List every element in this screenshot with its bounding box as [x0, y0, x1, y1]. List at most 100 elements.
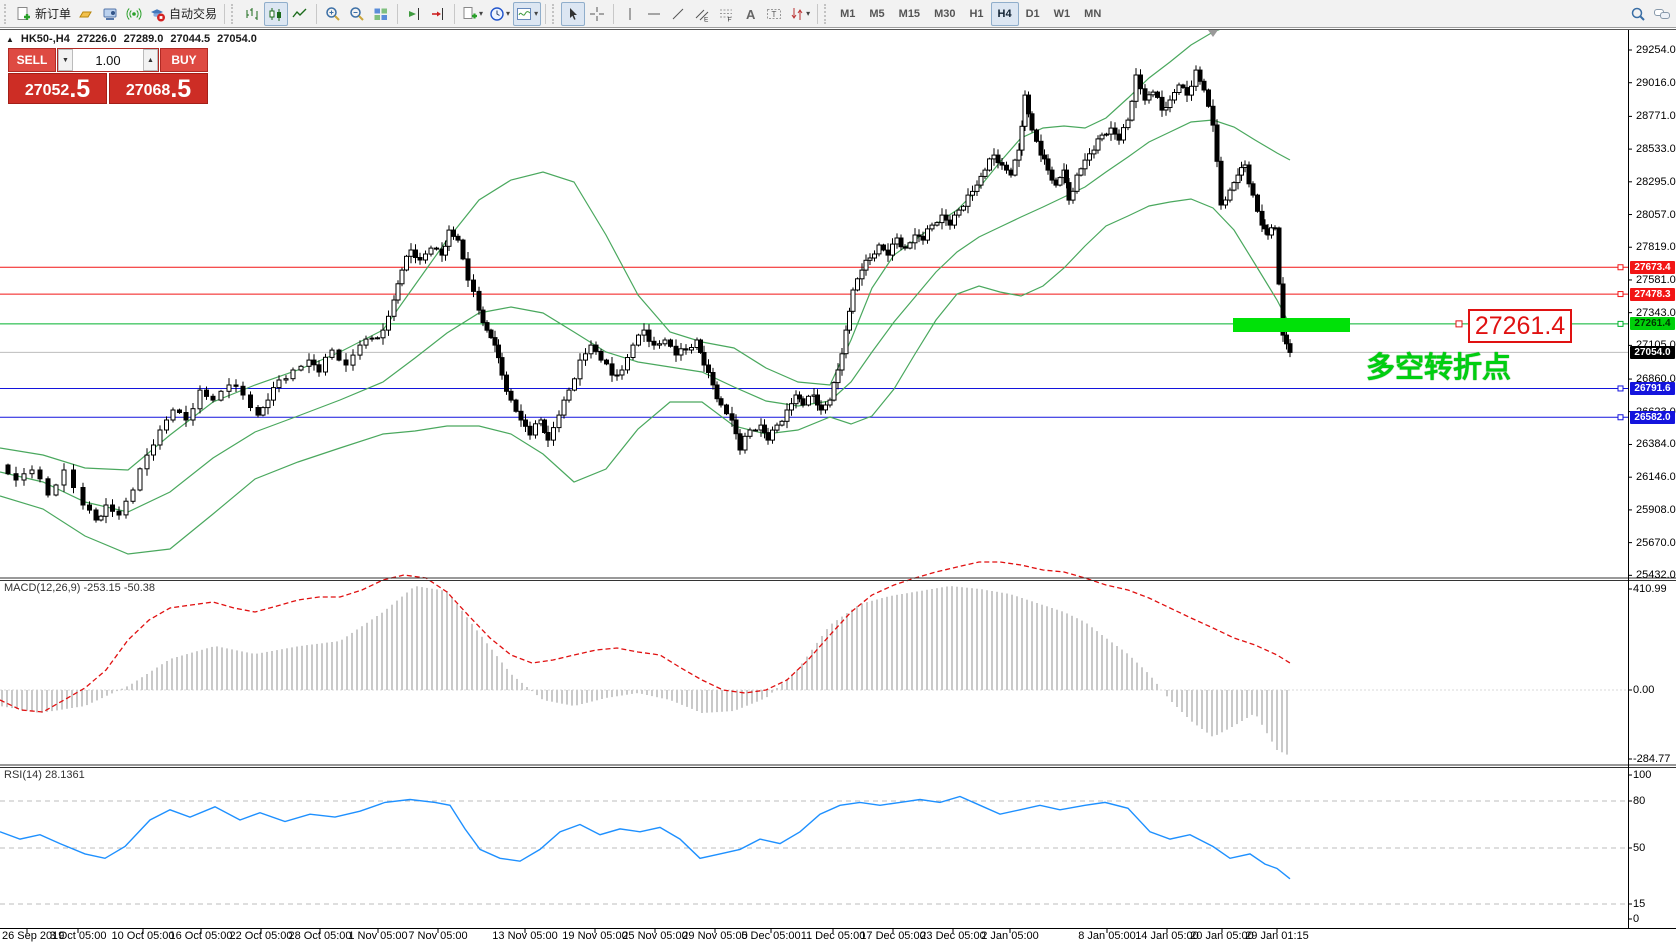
candle-body	[1039, 141, 1043, 155]
ohlc-high: 27289.0	[124, 33, 164, 45]
chat-button[interactable]	[1650, 2, 1674, 26]
candle-body	[707, 365, 711, 373]
clock-icon	[489, 6, 505, 22]
indicators-icon	[462, 6, 478, 22]
candle-body	[158, 430, 162, 445]
zoom-in-button[interactable]	[321, 2, 345, 26]
mt5-window: 新订单 自动交易 ▾ ▾ ▾ E F A T	[0, 0, 1676, 945]
period-button[interactable]: ▾	[486, 2, 513, 26]
crosshair-tool-button[interactable]	[585, 2, 609, 26]
market-depth-button[interactable]	[74, 2, 98, 26]
candle-body	[801, 399, 805, 405]
strategy-tester-button[interactable]	[98, 2, 122, 26]
indicators-button[interactable]: ▾	[459, 2, 486, 26]
candle-body	[1020, 126, 1024, 150]
volume-decrease-button[interactable]: ▼	[58, 49, 73, 71]
candle-body	[447, 230, 451, 246]
timeframe-button-m1[interactable]: M1	[833, 2, 862, 26]
candle-body	[908, 243, 912, 248]
timeframe-button-m5[interactable]: M5	[862, 2, 891, 26]
candle-body	[807, 396, 811, 405]
time-tick-label: 28 Oct 05:00	[289, 930, 352, 942]
candle-body	[962, 206, 966, 210]
candle-body	[400, 270, 404, 284]
candle-body	[30, 470, 34, 474]
price-callout-box[interactable]: 27261.4	[1468, 309, 1572, 343]
chart-shift-button[interactable]	[426, 2, 450, 26]
price-tick-label: 29254.0	[1636, 44, 1676, 56]
candle-body	[763, 425, 767, 433]
candlestick-chart-button[interactable]	[264, 2, 288, 26]
arrows-tool-button[interactable]: ▾	[786, 2, 813, 26]
candle-body	[198, 390, 202, 409]
candle-body	[674, 346, 678, 355]
new-order-button[interactable]: 新订单	[13, 2, 74, 26]
candle-body	[780, 421, 784, 425]
timeframe-button-h1[interactable]: H1	[962, 2, 990, 26]
chart-canvas[interactable]	[0, 29, 1676, 945]
buy-button[interactable]: BUY	[160, 48, 208, 72]
candle-body	[738, 434, 742, 450]
bar-chart-button[interactable]	[240, 2, 264, 26]
candle-body	[99, 516, 103, 520]
candle-body	[266, 400, 270, 408]
algo-trading-button[interactable]: 自动交易	[146, 2, 220, 26]
candle-body	[1117, 134, 1121, 140]
level-price-label: 27478.3	[1630, 288, 1675, 301]
candle-body	[6, 465, 10, 474]
auto-scroll-button[interactable]	[402, 2, 426, 26]
annotation-note[interactable]: 多空转折点	[1366, 344, 1511, 386]
timeframe-button-m15[interactable]: M15	[892, 2, 927, 26]
chart-area[interactable]: ▲ HK50-,H4 27226.0 27289.0 27044.5 27054…	[0, 29, 1676, 945]
volume-value[interactable]: 1.00	[73, 49, 143, 71]
candle-body	[669, 340, 673, 346]
candle-body	[524, 420, 528, 426]
candle-body	[364, 339, 368, 345]
price-tick-label: 28771.0	[1636, 110, 1676, 122]
sell-price-button[interactable]: 27052.5	[8, 73, 107, 104]
buy-price-button[interactable]: 27068.5	[109, 73, 208, 104]
search-button[interactable]	[1626, 2, 1650, 26]
level-anchor-square	[1618, 321, 1623, 326]
sell-button[interactable]: SELL	[8, 48, 56, 72]
fibonacci-tool-button[interactable]: F	[714, 2, 738, 26]
text-tool-button[interactable]: A	[738, 2, 762, 26]
candle-body	[790, 404, 794, 410]
tester-icon	[102, 6, 118, 22]
tile-windows-button[interactable]	[369, 2, 393, 26]
candle-body	[913, 235, 917, 243]
timeframe-button-mn[interactable]: MN	[1077, 2, 1108, 26]
candle-body	[429, 248, 433, 254]
candle-body	[307, 360, 311, 366]
line-chart-button[interactable]	[288, 2, 312, 26]
label-tool-button[interactable]: T	[762, 2, 786, 26]
svg-text:F: F	[728, 16, 732, 22]
cursor-icon	[565, 6, 581, 22]
timeframe-button-h4[interactable]: H4	[991, 2, 1019, 26]
macd-axis-label: 0.00	[1633, 684, 1654, 696]
macd-pane-label: MACD(12,26,9) -253.15 -50.38	[4, 582, 155, 594]
timeframe-button-m30[interactable]: M30	[927, 2, 962, 26]
candle-body	[381, 330, 385, 338]
candle-body	[392, 300, 396, 316]
signals-button[interactable]	[122, 2, 146, 26]
price-tick-label: 27819.0	[1636, 241, 1676, 253]
candle-body	[798, 395, 802, 399]
candle-body	[312, 360, 316, 365]
zoom-out-button[interactable]	[345, 2, 369, 26]
text-icon: A	[742, 6, 758, 22]
collapse-arrow-icon[interactable]: ▲	[6, 35, 14, 44]
trendline-tool-button[interactable]	[666, 2, 690, 26]
tile-windows-icon	[373, 6, 389, 22]
timeframe-button-d1[interactable]: D1	[1019, 2, 1047, 26]
horizontal-line-tool-button[interactable]	[642, 2, 666, 26]
volume-increase-button[interactable]: ▲	[143, 49, 158, 71]
vertical-line-tool-button[interactable]	[618, 2, 642, 26]
candle-body	[930, 225, 934, 229]
timeframe-button-w1[interactable]: W1	[1047, 2, 1078, 26]
channel-tool-button[interactable]: E	[690, 2, 714, 26]
cursor-tool-button[interactable]	[561, 2, 585, 26]
template-button[interactable]: ▾	[513, 2, 541, 26]
level-price-label: 26791.6	[1630, 382, 1675, 395]
candle-body	[899, 238, 903, 247]
